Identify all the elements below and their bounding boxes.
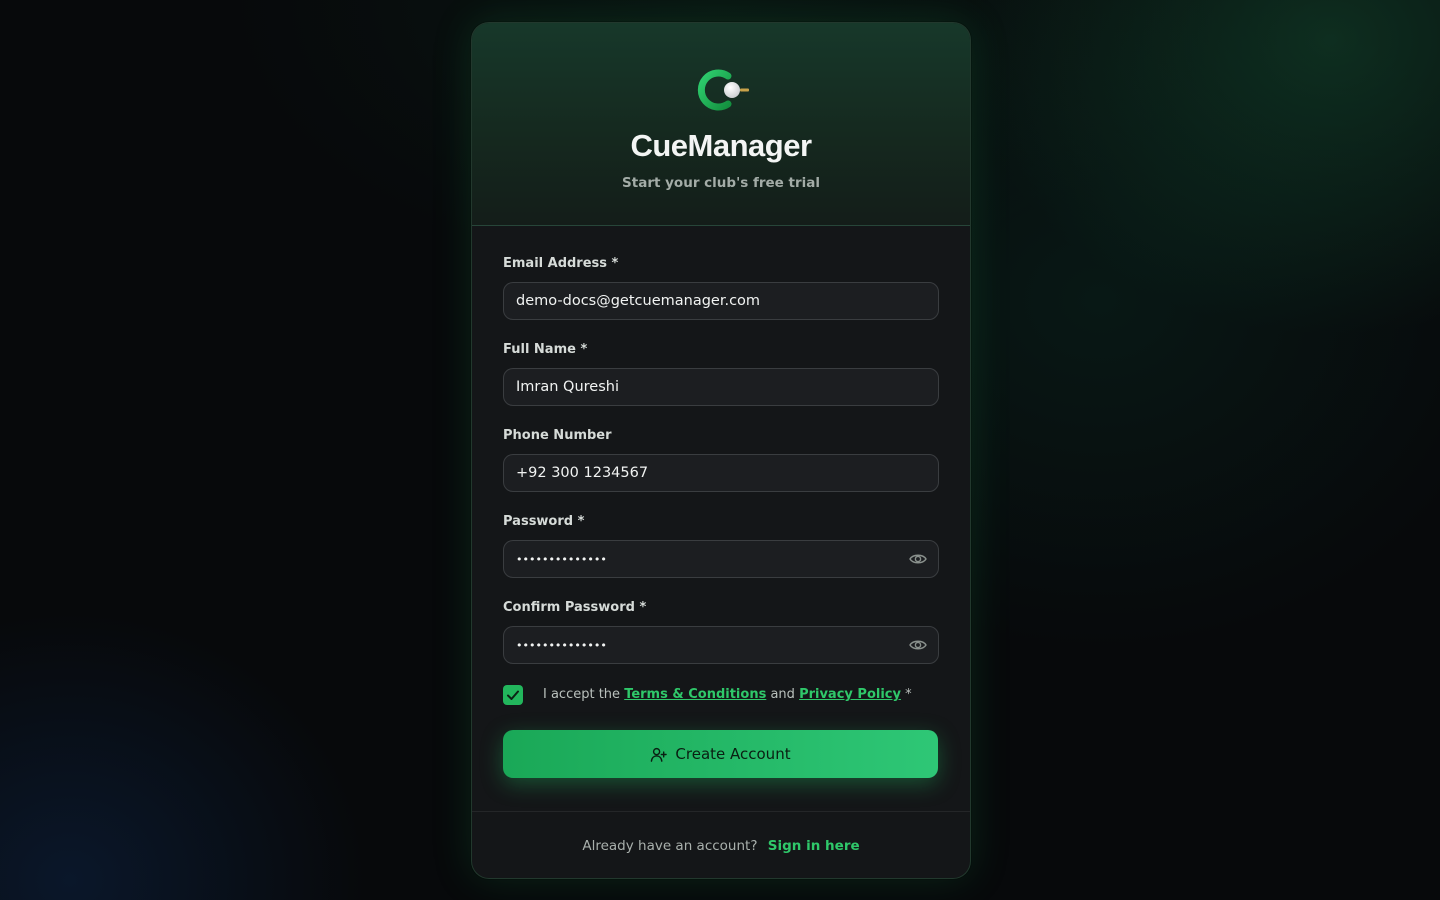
eye-icon[interactable] — [909, 637, 927, 653]
sign-in-link[interactable]: Sign in here — [768, 838, 860, 854]
brand-name: CueManager — [630, 128, 812, 163]
terms-required-mark: * — [905, 687, 912, 702]
terms-checkbox[interactable] — [503, 685, 523, 705]
card-footer: Already have an account? Sign in here — [472, 811, 970, 878]
password-label: Password * — [503, 514, 585, 529]
confirm-password-input[interactable] — [504, 627, 938, 663]
phone-input-wrap — [503, 454, 939, 492]
user-plus-icon — [651, 747, 668, 762]
create-account-label: Create Account — [675, 745, 791, 763]
full-name-field-group: Full Name * — [503, 342, 939, 406]
terms-conditions-link[interactable]: Terms & Conditions — [624, 687, 766, 702]
terms-row: I accept the Terms & Conditions and Priv… — [503, 684, 939, 706]
privacy-policy-link[interactable]: Privacy Policy — [799, 687, 901, 702]
confirm-password-input-wrap — [503, 626, 939, 664]
create-account-button[interactable]: Create Account — [503, 730, 938, 778]
card-header: CueManager Start your club's free trial — [472, 23, 970, 226]
email-input-wrap — [503, 282, 939, 320]
terms-prefix: I accept the — [543, 687, 621, 702]
eye-icon[interactable] — [909, 551, 927, 567]
signin-prompt: Already have an account? Sign in here — [472, 838, 970, 854]
password-input-wrap — [503, 540, 939, 578]
email-label: Email Address * — [503, 256, 619, 271]
signup-form: Email Address * Full Name * Phone Number… — [503, 256, 939, 778]
phone-label: Phone Number — [503, 428, 612, 443]
terms-and: and — [770, 687, 795, 702]
phone-field-group: Phone Number — [503, 428, 939, 492]
password-field-group: Password * — [503, 514, 939, 578]
terms-text: I accept the Terms & Conditions and Priv… — [543, 687, 912, 702]
full-name-input[interactable] — [504, 369, 938, 405]
checkmark-icon — [507, 690, 519, 700]
full-name-input-wrap — [503, 368, 939, 406]
confirm-password-label: Confirm Password * — [503, 600, 647, 615]
email-field-group: Email Address * — [503, 256, 939, 320]
password-input[interactable] — [504, 541, 938, 577]
email-input[interactable] — [504, 283, 938, 319]
cue-ball-logo-icon — [697, 69, 749, 111]
confirm-password-field-group: Confirm Password * — [503, 600, 939, 664]
phone-input[interactable] — [504, 455, 938, 491]
signup-card: CueManager Start your club's free trial … — [471, 22, 971, 879]
brand-tagline: Start your club's free trial — [622, 175, 820, 191]
full-name-label: Full Name * — [503, 342, 588, 357]
signin-prompt-text: Already have an account? — [582, 838, 758, 854]
